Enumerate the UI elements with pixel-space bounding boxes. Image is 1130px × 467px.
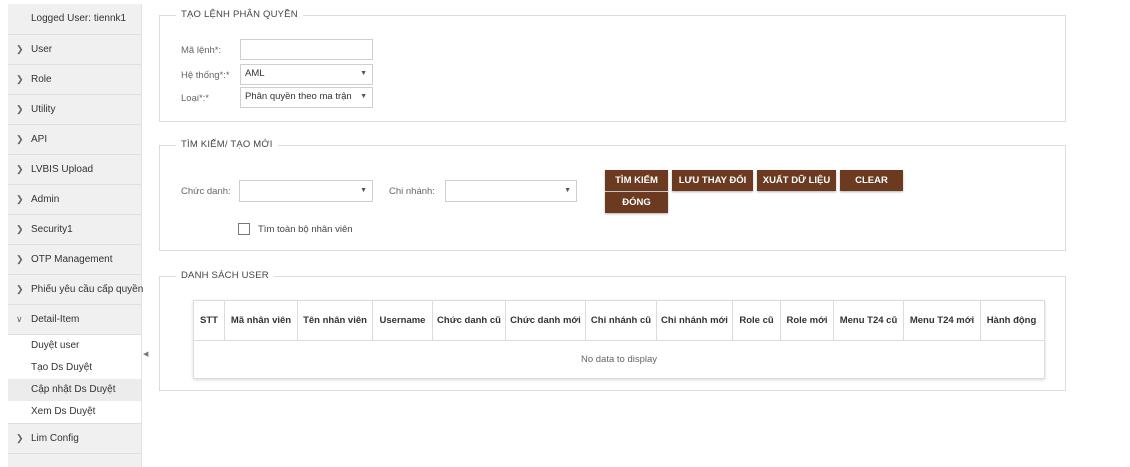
clear-button[interactable]: CLEAR (840, 170, 903, 191)
sidebar-item-label: Utility (31, 104, 56, 115)
sidebar-item-label: Role (31, 74, 52, 85)
sidebar-item-lvbis-upload[interactable]: ❯ LVBIS Upload (8, 155, 141, 185)
user-list-panel: DANH SÁCH USER STT Mã nhân viên Tên nhân… (159, 270, 1066, 391)
chevron-right-icon: ❯ (16, 194, 24, 204)
column-header-username[interactable]: Username (373, 301, 433, 340)
column-header-stt[interactable]: STT (194, 301, 225, 340)
chevron-right-icon: ❯ (16, 254, 24, 264)
detail-item-submenu: Duyệt user Tạo Ds Duyệt Cập nhật Ds Duyệ… (8, 335, 141, 423)
submenu-item-tao-ds-duyet[interactable]: Tạo Ds Duyệt (8, 357, 141, 379)
column-header-old-t24-menu[interactable]: Menu T24 cũ (834, 301, 904, 340)
chevron-right-icon: ❯ (16, 104, 24, 114)
empty-table-message: No data to display (580, 354, 658, 365)
all-staff-checkbox[interactable] (238, 223, 250, 235)
system-select-value: AML (245, 68, 265, 79)
caret-down-icon: ▼ (564, 187, 571, 194)
chevron-right-icon: ❯ (16, 284, 24, 294)
column-header-employee-code[interactable]: Mã nhân viên (225, 301, 298, 340)
column-header-new-role[interactable]: Role mới (781, 301, 834, 340)
panel-title: TẠO LỆNH PHÂN QUYỀN (176, 9, 303, 20)
search-button[interactable]: TÌM KIẾM (605, 170, 668, 191)
user-table: STT Mã nhân viên Tên nhân viên Username … (193, 300, 1045, 379)
chevron-right-icon: ❯ (16, 134, 24, 144)
command-code-label: Mã lệnh*: (181, 45, 222, 56)
sidebar-item-label: LVBIS Upload (31, 164, 94, 175)
chevron-down-icon: ∨ (16, 314, 23, 324)
sidebar-item-label: API (31, 134, 48, 145)
caret-down-icon: ▼ (360, 187, 367, 194)
sidebar-item-label: Security1 (31, 224, 73, 235)
column-header-new-t24-menu[interactable]: Menu T24 mới (904, 301, 981, 340)
column-header-new-title[interactable]: Chức danh mới (506, 301, 586, 340)
table-header: STT Mã nhân viên Tên nhân viên Username … (194, 301, 1044, 341)
sidebar-item-phieu-yeu-cau[interactable]: ❯ Phiếu yêu cầu cấp quyền (8, 275, 144, 305)
chevron-right-icon: ❯ (16, 44, 24, 54)
sidebar-item-security1[interactable]: ❯ Security1 (8, 215, 141, 245)
column-header-actions[interactable]: Hành động (981, 301, 1042, 340)
sidebar-item-utility[interactable]: ❯ Utility (8, 95, 141, 125)
job-title-select[interactable]: ▼ (239, 180, 373, 202)
chevron-right-icon: ❯ (16, 224, 24, 234)
caret-down-icon: ▼ (360, 70, 367, 77)
caret-down-icon: ▼ (360, 93, 367, 100)
job-title-label: Chức danh: (181, 186, 231, 197)
chevron-right-icon: ❯ (16, 74, 24, 84)
logged-user-label: Logged User: tiennk1 (8, 4, 141, 35)
export-data-button[interactable]: XUẤT DỮ LIỆU (757, 170, 836, 191)
column-header-old-role[interactable]: Role cũ (733, 301, 781, 340)
sidebar-item-label: Admin (31, 194, 60, 205)
sidebar-item-admin[interactable]: ❯ Admin (8, 185, 141, 215)
column-header-old-title[interactable]: Chức danh cũ (433, 301, 506, 340)
type-select-value: Phân quyền theo ma trận (245, 91, 352, 102)
sidebar-item-otp-management[interactable]: ❯ OTP Management (8, 245, 141, 275)
chevron-right-icon: ❯ (16, 164, 24, 174)
sidebar-item-label: Detail-Item (31, 314, 80, 325)
sidebar-item-role[interactable]: ❯ Role (8, 65, 141, 95)
sidebar-item-label: Lim Config (31, 433, 79, 444)
submenu-item-cap-nhat-ds-duyet[interactable]: Cập nhật Ds Duyệt (8, 379, 141, 401)
close-button[interactable]: ĐÓNG (605, 192, 668, 213)
submenu-item-xem-ds-duyet[interactable]: Xem Ds Duyệt (8, 401, 141, 423)
all-staff-label: Tìm toàn bộ nhân viên (258, 224, 353, 235)
sidebar-item-detail-item[interactable]: ∨ Detail-Item (8, 305, 141, 335)
sidebar-item-label: Phiếu yêu cầu cấp quyền (31, 284, 144, 295)
command-code-input[interactable] (240, 39, 373, 60)
column-header-employee-name[interactable]: Tên nhân viên (298, 301, 373, 340)
column-header-old-branch[interactable]: Chi nhánh cũ (586, 301, 657, 340)
sidebar: Logged User: tiennk1 ❯ User ❯ Role ❯ Utilit… (8, 4, 144, 467)
save-changes-button[interactable]: LƯU THAY ĐỔI (672, 170, 753, 191)
panel-title: TÌM KIẾM/ TẠO MỚI (176, 139, 278, 150)
system-label: Hệ thống*:* (181, 70, 230, 81)
caret-left-icon[interactable]: ◀ (143, 350, 148, 358)
type-select[interactable]: Phân quyền theo ma trận ▼ (240, 87, 373, 108)
submenu-item-duyet-user[interactable]: Duyệt user (8, 335, 141, 357)
search-create-panel: TÌM KIẾM/ TẠO MỚI Chức danh: ▼ Chi nhánh… (159, 139, 1066, 251)
sidebar-item-user[interactable]: ❯ User (8, 35, 141, 65)
system-select[interactable]: AML ▼ (240, 64, 373, 85)
panel-title: DANH SÁCH USER (176, 270, 274, 281)
column-header-new-branch[interactable]: Chi nhánh mới (657, 301, 733, 340)
branch-select[interactable]: ▼ (445, 180, 577, 202)
branch-label: Chi nhánh: (389, 186, 435, 197)
sidebar-item-label: OTP Management (31, 254, 113, 265)
type-label: Loại*:* (181, 93, 209, 104)
create-command-panel: TẠO LỆNH PHÂN QUYỀN Mã lệnh*: Hệ thống*:… (159, 9, 1066, 122)
sidebar-item-lim-config[interactable]: ❯ Lim Config (8, 423, 141, 454)
sidebar-item-label: User (31, 44, 53, 55)
chevron-right-icon: ❯ (16, 433, 24, 443)
sidebar-item-api[interactable]: ❯ API (8, 125, 141, 155)
